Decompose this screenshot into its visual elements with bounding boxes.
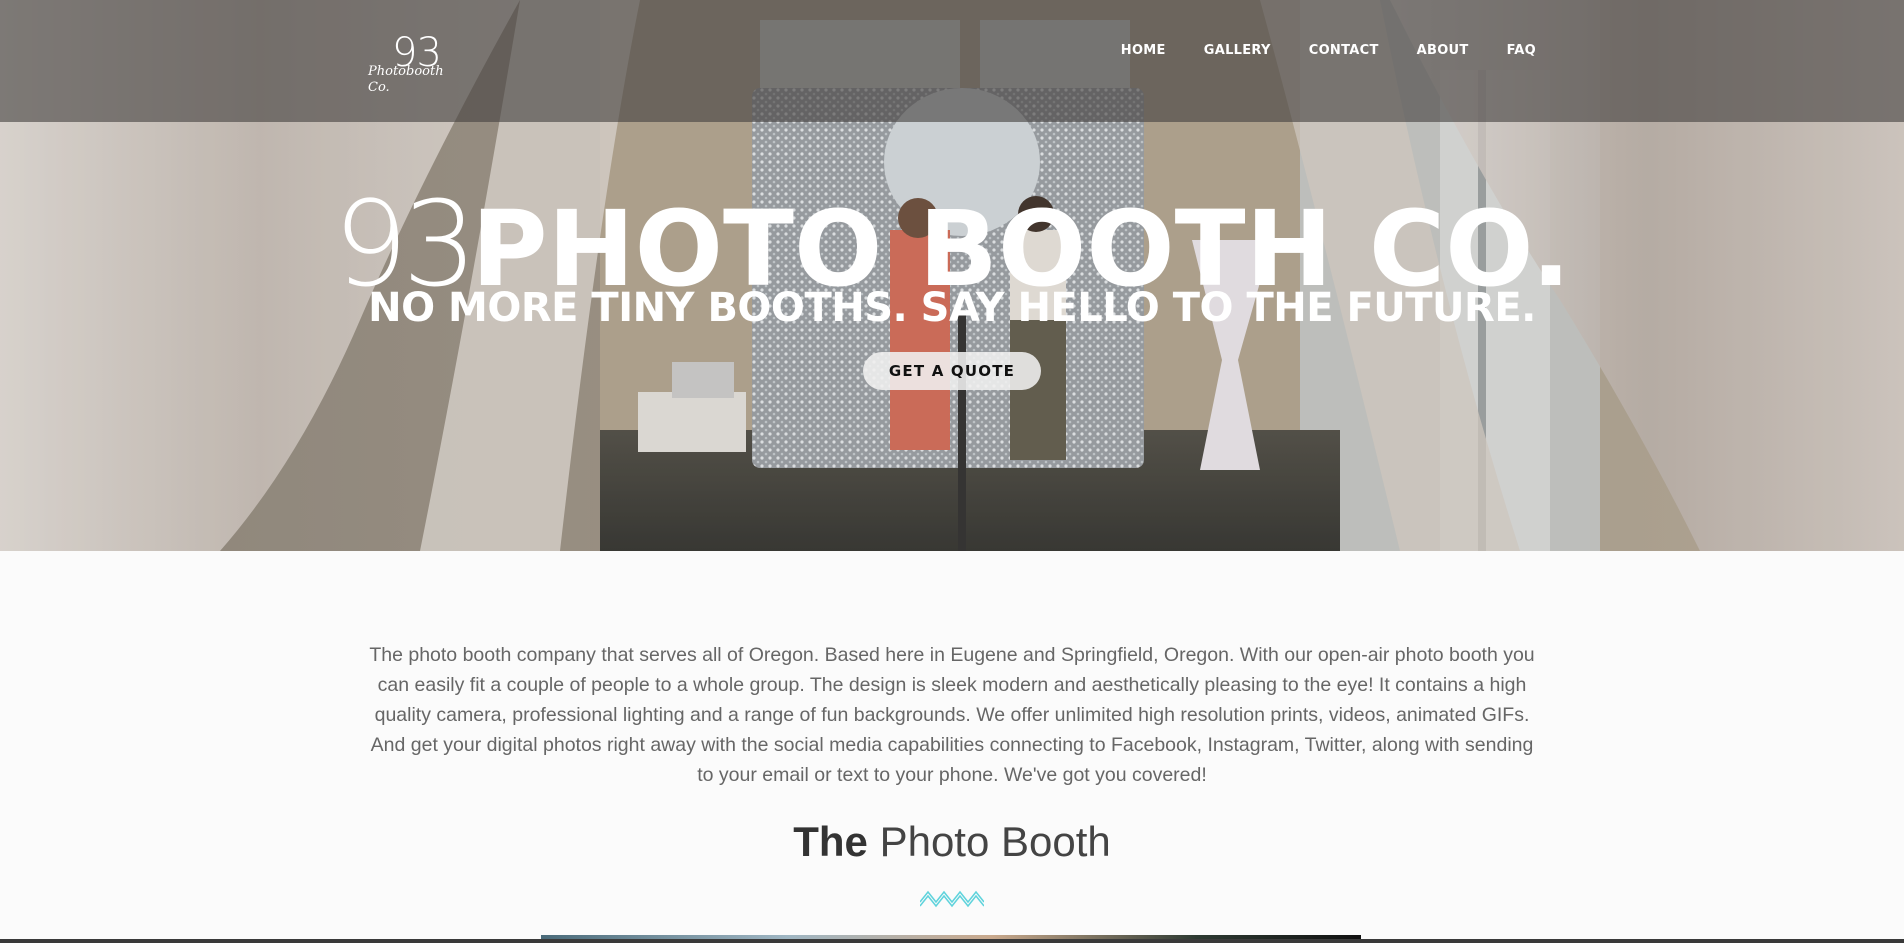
nav-faq-link[interactable]: FAQ [1507, 43, 1536, 58]
bottom-edge [0, 939, 1904, 943]
nav-gallery-link[interactable]: GALLERY [1204, 43, 1271, 58]
brand-logo[interactable]: 93 Photobooth Co. [368, 30, 468, 95]
hero-section: 93 Photobooth Co. HOME GALLERY CONTACT A… [0, 0, 1904, 551]
logo-script: Photobooth Co. [368, 64, 444, 95]
section-title-light: Photo Booth [879, 818, 1111, 865]
hero-subtitle: NO MORE TINY BOOTHS. SAY HELLO TO THE FU… [368, 285, 1536, 331]
nav-home-link[interactable]: HOME [1121, 43, 1166, 58]
nav-contact-link[interactable]: CONTACT [1309, 43, 1379, 58]
section-title-bold: The [793, 818, 868, 865]
zigzag-divider-icon [920, 890, 984, 908]
get-a-quote-button[interactable]: GET A QUOTE [863, 352, 1041, 390]
top-navigation-bar: 93 Photobooth Co. HOME GALLERY CONTACT A… [0, 0, 1904, 122]
intro-paragraph: The photo booth company that serves all … [369, 644, 1535, 786]
section-title: The Photo Booth [0, 818, 1904, 866]
main-nav: HOME GALLERY CONTACT ABOUT FAQ [1121, 43, 1536, 58]
nav-about-link[interactable]: ABOUT [1417, 43, 1469, 58]
